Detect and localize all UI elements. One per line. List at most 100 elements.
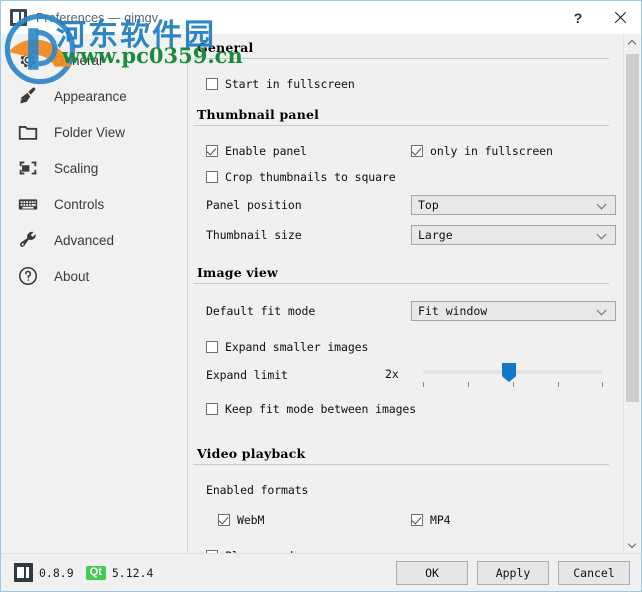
expand-limit-label: Expand limit	[206, 368, 288, 382]
scroll-down-button[interactable]	[624, 536, 641, 553]
checkbox-label: only in fullscreen	[430, 144, 553, 158]
default-fit-mode-label: Default fit mode	[206, 304, 316, 318]
window-title: Preferences — qimgv	[36, 10, 159, 25]
sidebar-item-controls[interactable]: Controls	[1, 186, 186, 222]
sidebar-item-about[interactable]: About	[1, 258, 186, 294]
group-general: General Start in fullscreen	[193, 40, 609, 97]
checkbox-only-in-fullscreen[interactable]: only in fullscreen	[411, 144, 553, 158]
checkbox-box	[206, 78, 218, 90]
chevron-down-icon	[598, 231, 607, 240]
slider-handle[interactable]	[502, 363, 516, 382]
row-expand-limit: Expand limit 2x	[193, 360, 609, 390]
checkbox-enable-panel[interactable]: Enable panel	[206, 144, 307, 158]
checkbox-label: Play sounds	[225, 549, 300, 553]
qimgv-icon	[14, 563, 33, 582]
checkbox-box	[206, 403, 218, 415]
row-expand-smaller-images: Expand smaller images	[193, 334, 609, 360]
group-title-video-playback: Video playback	[197, 446, 306, 461]
scroll-up-button[interactable]	[624, 34, 641, 51]
sidebar-item-label: Appearance	[54, 88, 127, 104]
group-divider	[193, 464, 609, 465]
checkbox-start-fullscreen[interactable]: Start in fullscreen	[206, 77, 355, 91]
group-title-thumbnail-panel: Thumbnail panel	[197, 107, 320, 122]
scrollbar-thumb[interactable]	[626, 54, 639, 402]
chevron-up-icon	[629, 39, 636, 46]
checkbox-expand-smaller-images[interactable]: Expand smaller images	[206, 340, 368, 354]
chevron-down-icon	[598, 307, 607, 316]
thumbnail-size-label: Thumbnail size	[206, 228, 302, 242]
ok-button[interactable]: OK	[396, 560, 468, 585]
checkbox-label: Keep fit mode between images	[225, 402, 417, 416]
version-info: 0.8.9 Qt 5.12.4	[14, 563, 153, 582]
keyboard-icon	[15, 191, 41, 217]
help-button[interactable]: ?	[557, 1, 599, 34]
thumbnail-size-value: Large	[418, 228, 453, 242]
row-crop-thumbnails: Crop thumbnails to square	[193, 164, 609, 190]
group-image-view: Image view Default fit mode Fit window E…	[193, 265, 616, 422]
settings-content: General Start in fullscreen Thumbnail pa…	[188, 40, 623, 553]
qt-logo-icon: Qt	[85, 565, 106, 580]
checkbox-box	[206, 341, 218, 353]
default-fit-mode-value: Fit window	[418, 304, 488, 318]
checkbox-label: Start in fullscreen	[225, 77, 355, 91]
checkbox-keep-fit-mode[interactable]: Keep fit mode between images	[206, 402, 416, 416]
row-default-fit-mode: Default fit mode Fit window	[193, 296, 616, 326]
checkbox-box	[411, 145, 423, 157]
expand-limit-slider[interactable]: 2x	[385, 362, 615, 388]
group-divider	[193, 283, 609, 284]
scale-icon	[15, 155, 41, 181]
question-circle-icon	[15, 263, 41, 289]
sidebar-item-folder-view[interactable]: Folder View	[1, 114, 186, 150]
brush-icon	[15, 83, 41, 109]
sidebar-item-appearance[interactable]: Appearance	[1, 78, 186, 114]
group-divider	[193, 58, 609, 59]
thumbnail-size-select[interactable]: Large	[411, 225, 616, 245]
gear-icon	[15, 47, 41, 73]
cancel-button[interactable]: Cancel	[558, 560, 630, 585]
checkbox-label: MP4	[430, 513, 451, 527]
checkbox-mp4[interactable]: MP4	[411, 513, 451, 527]
dialog-footer: 0.8.9 Qt 5.12.4 OK Apply Cancel	[1, 553, 641, 591]
qt-version: 5.12.4	[111, 565, 154, 580]
checkbox-box	[206, 550, 218, 553]
sidebar-item-label: About	[54, 268, 90, 284]
group-title-image-view: Image view	[197, 265, 278, 280]
checkbox-box	[411, 514, 423, 526]
checkbox-crop-thumbnails-to-square[interactable]: Crop thumbnails to square	[206, 170, 396, 184]
sidebar-item-label: Controls	[54, 196, 105, 212]
sidebar-item-advanced[interactable]: Advanced	[1, 222, 186, 258]
close-button[interactable]	[599, 1, 641, 34]
row-panel-position: Panel position Top	[193, 190, 616, 220]
group-divider	[193, 125, 609, 126]
row-play-sounds: Play sounds	[193, 543, 609, 553]
checkbox-play-sounds[interactable]: Play sounds	[206, 549, 300, 553]
sidebar-item-general[interactable]: General	[1, 42, 186, 78]
row-keep-fit-mode: Keep fit mode between images	[193, 396, 609, 422]
sidebar-item-label: Advanced	[54, 232, 115, 248]
panel-position-value: Top	[418, 198, 439, 212]
default-fit-mode-select[interactable]: Fit window	[411, 301, 616, 321]
vertical-scrollbar[interactable]	[623, 34, 641, 553]
qimgv-app-icon	[10, 9, 27, 26]
settings-sidebar: General Appearance Folder View Scaling C…	[1, 34, 187, 553]
app-version: 0.8.9	[39, 565, 74, 580]
expand-limit-value: 2x	[385, 367, 399, 381]
close-icon	[613, 11, 627, 25]
apply-button[interactable]: Apply	[477, 560, 549, 585]
sidebar-item-label: Scaling	[54, 160, 99, 176]
checkbox-label: Crop thumbnails to square	[225, 170, 396, 184]
wrench-icon	[15, 227, 41, 253]
checkbox-label: Enable panel	[225, 144, 307, 158]
folder-icon	[15, 119, 41, 145]
row-video-formats: WebM MP4	[193, 507, 609, 533]
group-video-playback: Video playback Enabled formats WebM MP4	[193, 446, 609, 553]
sidebar-item-scaling[interactable]: Scaling	[1, 150, 186, 186]
row-start-fullscreen: Start in fullscreen	[193, 71, 609, 97]
group-title-general: General	[197, 40, 254, 55]
checkbox-webm[interactable]: WebM	[218, 513, 264, 527]
preferences-window: Preferences — qimgv ? General Appearance…	[0, 0, 642, 592]
enabled-formats-label: Enabled formats	[206, 483, 309, 497]
window-body: General Appearance Folder View Scaling C…	[1, 34, 641, 553]
panel-position-select[interactable]: Top	[411, 195, 616, 215]
settings-scroll-area: General Start in fullscreen Thumbnail pa…	[188, 34, 623, 553]
